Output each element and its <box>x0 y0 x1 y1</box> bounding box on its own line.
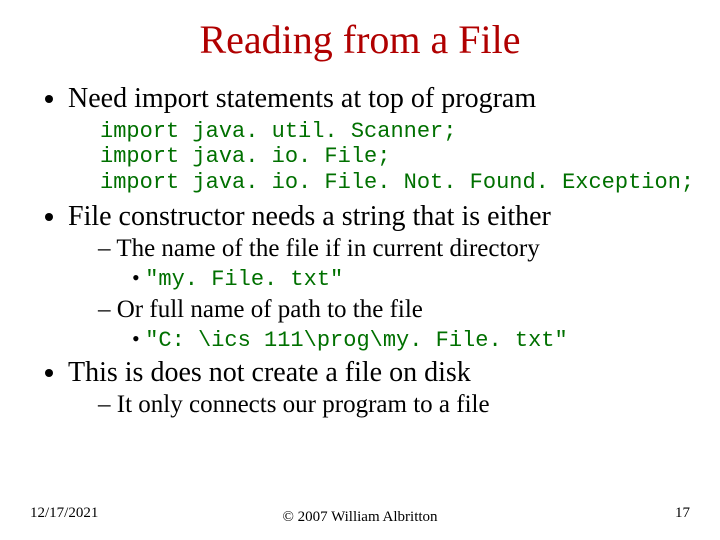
slide: Reading from a File Need import statemen… <box>0 0 720 540</box>
code-text: "C: \ics 111\prog\my. File. txt" <box>145 328 567 353</box>
sub-text: Or full name of path to the file <box>117 296 423 323</box>
sub-sub-item: "my. File. txt" <box>132 265 690 292</box>
footer-copyright: © 2007 William Albritton <box>30 509 690 526</box>
bullet-list: Need import statements at top of program <box>30 83 690 115</box>
sub-sub-list: "C: \ics 111\prog\my. File. txt" <box>98 326 690 353</box>
bullet-item: File constructor needs a string that is … <box>68 201 690 353</box>
bullet-list: File constructor needs a string that is … <box>30 201 690 419</box>
bullet-text: File constructor needs a string that is … <box>68 201 551 232</box>
code-line: import java. io. File; <box>100 144 390 169</box>
bullet-item: Need import statements at top of program <box>68 83 690 115</box>
sub-list: It only connects our program to a file <box>68 391 690 419</box>
code-text: "my. File. txt" <box>145 267 343 292</box>
slide-title: Reading from a File <box>30 16 690 63</box>
sub-sub-item: "C: \ics 111\prog\my. File. txt" <box>132 326 690 353</box>
sub-list: The name of the file if in current direc… <box>68 235 690 353</box>
sub-text: It only connects our program to a file <box>117 391 490 418</box>
sub-item: Or full name of path to the file "C: \ic… <box>98 296 690 353</box>
sub-text: The name of the file if in current direc… <box>116 235 539 262</box>
bullet-text: This is does not create a file on disk <box>68 357 471 388</box>
sub-item: It only connects our program to a file <box>98 391 690 419</box>
code-line: import java. util. Scanner; <box>100 119 456 144</box>
footer-page-number: 17 <box>675 505 690 522</box>
bullet-item: This is does not create a file on disk I… <box>68 357 690 419</box>
sub-item: The name of the file if in current direc… <box>98 235 690 292</box>
code-line: import java. io. File. Not. Found. Excep… <box>100 170 694 195</box>
sub-sub-list: "my. File. txt" <box>98 265 690 292</box>
code-block: import java. util. Scanner; import java.… <box>100 119 690 195</box>
